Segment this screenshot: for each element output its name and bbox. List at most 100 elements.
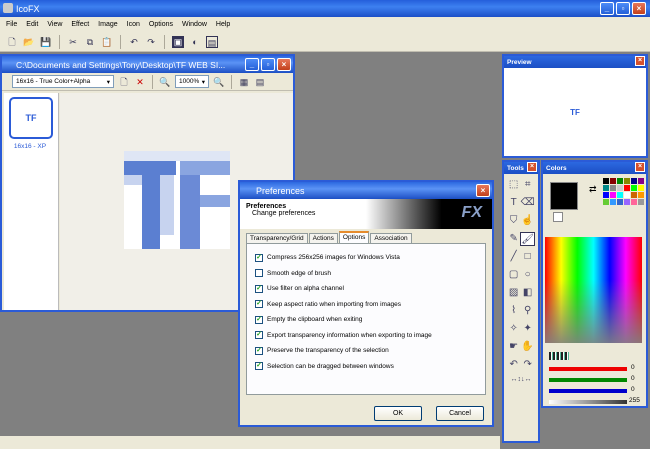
tab-transparency-grid[interactable]: Transparency/Grid: [246, 233, 308, 243]
effects-icon[interactable]: ◐: [189, 36, 201, 48]
menu-options[interactable]: Options: [149, 21, 173, 28]
palette-swatch[interactable]: [631, 178, 637, 184]
rotate-left-tool-icon[interactable]: ↶: [507, 358, 520, 372]
palette-swatch[interactable]: [631, 185, 637, 191]
option-preserve-transparency[interactable]: ✓ Preserve the transparency of the select…: [255, 343, 477, 359]
menu-effect[interactable]: Effect: [71, 21, 89, 28]
palette-swatch[interactable]: [638, 185, 644, 191]
thumbnail-16x16[interactable]: TF: [9, 97, 53, 139]
zoom-out-icon[interactable]: 🔍: [159, 76, 171, 88]
palette-swatch[interactable]: [624, 199, 630, 205]
palette-swatch[interactable]: [638, 178, 644, 184]
tools-close-button[interactable]: ×: [527, 162, 537, 172]
open-icon[interactable]: 📂: [23, 36, 35, 48]
crop-tool-icon[interactable]: ⌗: [520, 178, 535, 192]
rounded-rect-tool-icon[interactable]: ▢: [507, 268, 520, 282]
save-icon[interactable]: 💾: [40, 36, 52, 48]
blue-slider[interactable]: [549, 389, 627, 393]
ok-button[interactable]: OK: [374, 406, 422, 421]
checkbox[interactable]: [255, 269, 263, 278]
palette-swatch[interactable]: [610, 192, 616, 198]
zoom-tool-icon[interactable]: ⚲: [520, 304, 535, 318]
minimize-button[interactable]: _: [600, 2, 614, 15]
menu-icon[interactable]: Icon: [127, 21, 140, 28]
checkbox[interactable]: ✓: [255, 346, 263, 355]
tab-association[interactable]: Association: [370, 233, 412, 243]
menu-file[interactable]: File: [6, 21, 17, 28]
option-filter-alpha[interactable]: ✓ Use filter on alpha channel: [255, 281, 477, 297]
menu-view[interactable]: View: [47, 21, 62, 28]
doc-minimize-button[interactable]: _: [245, 58, 259, 71]
rectangle-tool-icon[interactable]: □: [520, 250, 535, 264]
recent-colors[interactable]: [549, 352, 569, 360]
gradient-tool-icon[interactable]: ▨: [507, 286, 520, 300]
move-arrows-icon[interactable]: ↔↕↓↔: [504, 376, 538, 383]
maximize-button[interactable]: ▫: [616, 2, 630, 15]
blur-tool-icon[interactable]: ✧: [507, 322, 520, 336]
palette-swatch[interactable]: [617, 178, 623, 184]
bucket-tool-icon[interactable]: ⛉: [507, 214, 520, 228]
palette-grid[interactable]: [603, 178, 645, 234]
option-empty-clipboard[interactable]: ✓ Empty the clipboard when exiting: [255, 312, 477, 328]
alpha-slider[interactable]: [549, 400, 627, 404]
red-slider[interactable]: [549, 367, 627, 371]
doc-close-button[interactable]: ×: [277, 58, 291, 71]
close-button[interactable]: ×: [632, 2, 646, 15]
smudge-tool-icon[interactable]: ☛: [507, 340, 520, 354]
recolor-tool-icon[interactable]: ☝: [520, 214, 535, 228]
delete-image-icon[interactable]: ✕: [134, 76, 146, 88]
fill-gradient-tool-icon[interactable]: ◧: [520, 286, 535, 300]
option-smooth-edge[interactable]: Smooth edge of brush: [255, 266, 477, 282]
checkbox[interactable]: ✓: [255, 300, 263, 309]
reset-colors-icon[interactable]: [553, 212, 563, 222]
doc-maximize-button[interactable]: ▫: [261, 58, 275, 71]
rotate-right-tool-icon[interactable]: ↷: [520, 358, 535, 372]
primary-color-swatch[interactable]: [550, 182, 578, 210]
menu-help[interactable]: Help: [216, 21, 230, 28]
properties-icon[interactable]: ▤: [254, 76, 266, 88]
palette-swatch[interactable]: [624, 185, 630, 191]
checkbox[interactable]: ✓: [255, 284, 263, 293]
sharpen-tool-icon[interactable]: ✦: [520, 322, 535, 336]
palette-swatch[interactable]: [617, 199, 623, 205]
palette-swatch[interactable]: [617, 192, 623, 198]
option-drag-selection[interactable]: ✓ Selection can be dragged between window…: [255, 359, 477, 375]
option-compress-vista[interactable]: ✓ Compress 256x256 images for Windows Vis…: [255, 250, 477, 266]
cut-icon[interactable]: ✂: [67, 36, 79, 48]
grid-icon[interactable]: ▦: [238, 76, 250, 88]
palette-swatch[interactable]: [603, 199, 609, 205]
text-tool-icon[interactable]: T: [507, 196, 520, 210]
palette-swatch[interactable]: [638, 199, 644, 205]
color-picker-tool-icon[interactable]: ⌇: [507, 304, 520, 318]
brush-tool-icon[interactable]: 🖌: [520, 232, 535, 246]
palette-swatch[interactable]: [610, 185, 616, 191]
resource-icon[interactable]: ▤: [206, 35, 218, 48]
copy-icon[interactable]: ⧉: [84, 36, 96, 48]
option-keep-aspect[interactable]: ✓ Keep aspect ratio when importing from i…: [255, 297, 477, 313]
color-spectrum[interactable]: [545, 237, 642, 343]
undo-icon[interactable]: ↶: [128, 36, 140, 48]
palette-swatch[interactable]: [603, 178, 609, 184]
ellipse-tool-icon[interactable]: ○: [520, 268, 535, 282]
palette-swatch[interactable]: [603, 185, 609, 191]
format-select[interactable]: 16x16 - True Color+Alpha ▾: [12, 75, 114, 88]
palette-swatch[interactable]: [631, 199, 637, 205]
eraser-tool-icon[interactable]: ⌫: [520, 196, 535, 210]
palette-swatch[interactable]: [631, 192, 637, 198]
pencil-tool-icon[interactable]: ✎: [507, 232, 520, 246]
swap-colors-icon[interactable]: ⇄: [589, 184, 597, 195]
palette-swatch[interactable]: [624, 178, 630, 184]
palette-swatch[interactable]: [610, 178, 616, 184]
cancel-button[interactable]: Cancel: [436, 406, 484, 421]
palette-swatch[interactable]: [603, 192, 609, 198]
checkbox[interactable]: ✓: [255, 331, 263, 340]
colors-close-button[interactable]: ×: [635, 162, 645, 172]
paste-icon[interactable]: 📋: [101, 36, 113, 48]
checkbox[interactable]: ✓: [255, 315, 263, 324]
green-slider[interactable]: [549, 378, 627, 382]
select-tool-icon[interactable]: ⬚: [507, 178, 520, 192]
redo-icon[interactable]: ↷: [145, 36, 157, 48]
palette-swatch[interactable]: [638, 192, 644, 198]
new-icon[interactable]: 🗋: [6, 36, 18, 48]
zoom-in-icon[interactable]: 🔍: [213, 76, 225, 88]
